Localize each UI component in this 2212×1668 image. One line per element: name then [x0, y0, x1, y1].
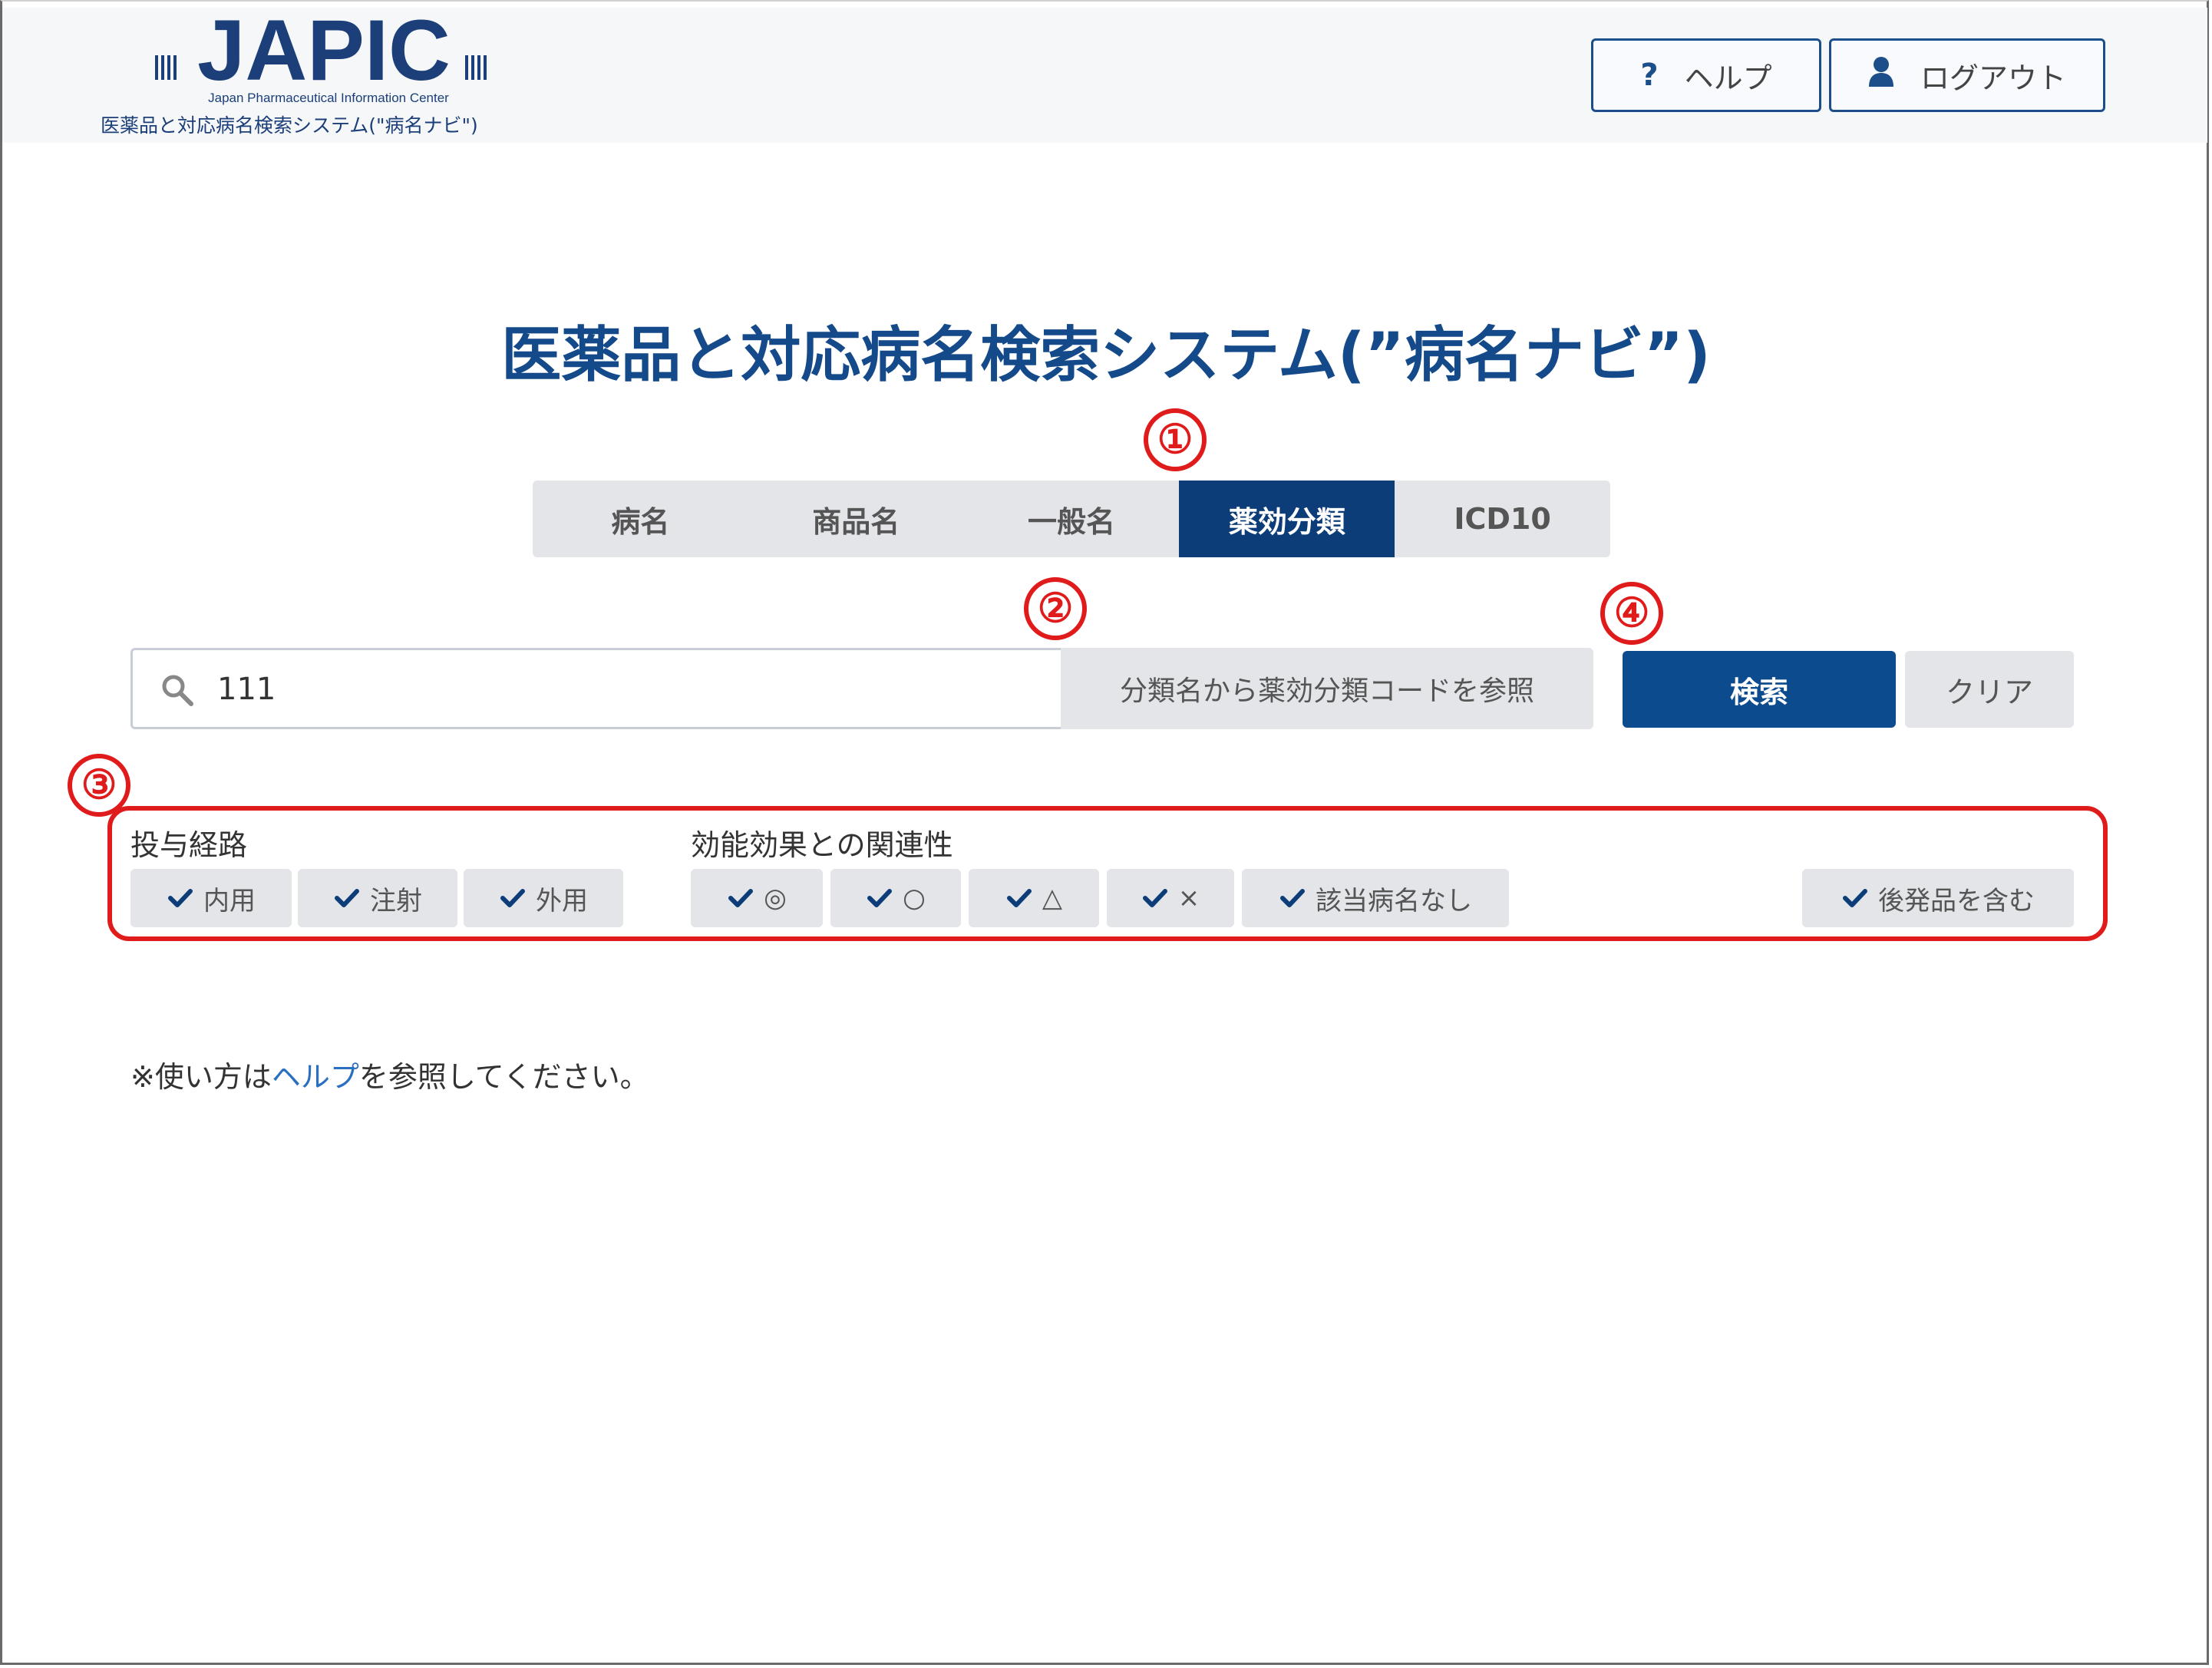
- check-icon: [1841, 884, 1869, 912]
- chip-route-injection[interactable]: 注射: [298, 869, 457, 927]
- clear-button[interactable]: クリア: [1905, 651, 2074, 728]
- lookup-class-code-button[interactable]: 分類名から薬効分類コードを参照: [1061, 648, 1593, 729]
- chip-relevance-none[interactable]: 該当病名なし: [1242, 869, 1509, 927]
- chip-route-external[interactable]: 外用: [464, 869, 623, 927]
- page-title: 医薬品と対応病名検索システム(”病名ナビ”): [501, 321, 1711, 390]
- check-icon: [1005, 884, 1033, 912]
- logo-subtitle: Japan Pharmaceutical Information Center: [208, 91, 449, 105]
- search-icon: [160, 673, 194, 707]
- tab-icd10[interactable]: ICD10: [1395, 481, 1610, 557]
- chip-label: ◎: [764, 883, 787, 913]
- annotation-marker-1: ①: [1144, 408, 1207, 471]
- search-mode-tabs: 病名 商品名 一般名 薬効分類 ICD10: [533, 481, 1610, 557]
- check-icon: [727, 884, 754, 912]
- chip-label: 注射: [370, 885, 422, 917]
- search-button[interactable]: 検索: [1623, 651, 1896, 728]
- check-icon: [1279, 884, 1306, 912]
- chip-route-oral[interactable]: 内用: [130, 869, 292, 927]
- help-link[interactable]: ヘルプ: [272, 1060, 359, 1094]
- chip-label: ×: [1177, 883, 1200, 913]
- tab-generic-name[interactable]: 一般名: [964, 481, 1180, 557]
- route-filter-label: 投与経路: [130, 828, 248, 862]
- japic-logo-mark: JAPIC: [155, 11, 493, 88]
- check-icon: [167, 884, 194, 912]
- chip-label: ○: [903, 883, 926, 913]
- chip-relevance-double-circle[interactable]: ◎: [691, 869, 823, 927]
- check-icon: [333, 884, 361, 912]
- help-button-label: ヘルプ: [1684, 61, 1772, 95]
- app-header: JAPIC Japan Pharmaceutical Information C…: [2, 8, 2207, 143]
- annotation-marker-2: ②: [1024, 577, 1087, 640]
- chip-label: 該当病名なし: [1316, 885, 1472, 917]
- tab-therapeutic-class[interactable]: 薬効分類: [1179, 481, 1395, 557]
- relevance-filter-label: 効能効果との関連性: [691, 828, 953, 862]
- check-icon: [866, 884, 893, 912]
- annotation-marker-4: ④: [1600, 582, 1663, 645]
- chip-relevance-circle[interactable]: ○: [830, 869, 961, 927]
- search-input[interactable]: [216, 661, 1048, 718]
- user-icon: [1868, 56, 1894, 94]
- help-button[interactable]: ? ヘルプ: [1591, 38, 1821, 112]
- japic-logo[interactable]: JAPIC Japan Pharmaceutical Information C…: [98, 11, 528, 141]
- chip-label: △: [1042, 883, 1063, 913]
- chip-label: 外用: [536, 885, 588, 917]
- search-box: [130, 648, 1061, 729]
- question-icon: ?: [1640, 58, 1659, 93]
- usage-note-suffix: を参照してください。: [358, 1060, 649, 1094]
- logout-button[interactable]: ログアウト: [1829, 38, 2105, 112]
- check-icon: [499, 884, 527, 912]
- chip-label: 後発品を含む: [1878, 885, 2035, 917]
- chip-relevance-cross[interactable]: ×: [1107, 869, 1234, 927]
- tab-disease-name[interactable]: 病名: [533, 481, 748, 557]
- logo-text: JAPIC: [197, 11, 451, 88]
- chip-relevance-triangle[interactable]: △: [969, 869, 1099, 927]
- logout-button-label: ログアウト: [1920, 61, 2066, 95]
- usage-note-prefix: ※使い方は: [130, 1060, 272, 1094]
- logo-japanese-subtitle: 医薬品と対応病名検索システム("病名ナビ"): [101, 114, 478, 137]
- check-icon: [1141, 884, 1169, 912]
- usage-note: ※使い方はヘルプを参照してください。: [130, 1053, 649, 1095]
- chip-label: 内用: [203, 885, 256, 917]
- tab-product-name[interactable]: 商品名: [748, 481, 964, 557]
- chip-include-generics[interactable]: 後発品を含む: [1802, 869, 2074, 927]
